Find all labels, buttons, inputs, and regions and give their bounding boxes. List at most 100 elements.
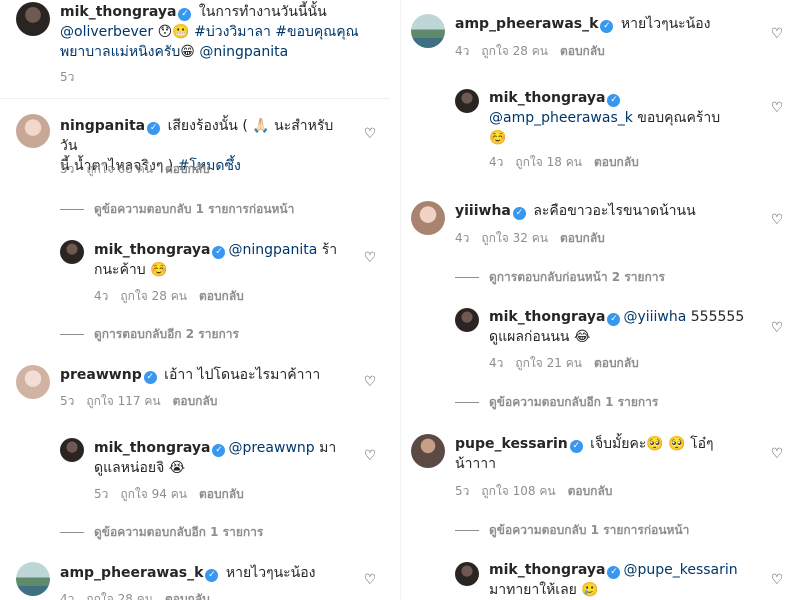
reply-button[interactable]: ตอบกลับ xyxy=(568,484,613,498)
like-count[interactable]: ถูกใจ 68 คน xyxy=(86,162,153,176)
avatar[interactable] xyxy=(455,89,479,113)
verified-badge-icon: ✓ xyxy=(212,444,226,457)
reply-text: mik_thongraya ✓ @preawwnp มา ดูแลหน่อยจิ 😭 xyxy=(94,440,337,476)
heart-icon[interactable]: ♡ xyxy=(769,212,785,228)
timestamp: 5ว xyxy=(60,70,75,84)
username[interactable]: mik_thongraya xyxy=(489,90,605,106)
mention-link[interactable]: @ningpanita xyxy=(228,242,317,258)
reply-button[interactable]: ตอบกลับ xyxy=(199,289,244,303)
avatar[interactable] xyxy=(411,201,445,235)
verified-badge-icon: ✓ xyxy=(607,313,621,326)
verified-badge-icon: ✓ xyxy=(147,122,161,135)
avatar[interactable] xyxy=(16,2,50,36)
verified-badge-icon: ✓ xyxy=(512,207,526,220)
comment-meta: 5ว ถูกใจ 94 คน ตอบกลับ xyxy=(94,485,256,504)
comments-column-left: mik_thongraya ✓ ในการทำงานวันนี้นั้น @oli… xyxy=(0,0,390,600)
avatar[interactable] xyxy=(60,240,84,264)
reply-button[interactable]: ตอบกลับ xyxy=(560,44,605,58)
timestamp: 4ว xyxy=(455,44,470,58)
reply-button[interactable]: ตอบกลับ xyxy=(173,394,218,408)
timestamp: 4ว xyxy=(60,592,75,600)
username[interactable]: preawwnp xyxy=(60,367,142,383)
timestamp: 4ว xyxy=(455,231,470,245)
heart-icon[interactable]: ♡ xyxy=(362,250,378,266)
comment-meta: 5ว ถูกใจ 108 คน ตอบกลับ xyxy=(455,482,624,501)
avatar[interactable] xyxy=(60,438,84,462)
view-previous-replies-button[interactable]: ดูข้อความตอบกลับ 1 รายการก่อนหน้า xyxy=(455,521,689,540)
username[interactable]: mik_thongraya xyxy=(94,440,210,456)
avatar[interactable] xyxy=(16,114,50,148)
heart-icon[interactable]: ♡ xyxy=(769,26,785,42)
like-count[interactable]: ถูกใจ 21 คน xyxy=(515,356,582,370)
hashtag-link[interactable]: พยาบาลแม่หนิงครับ xyxy=(60,44,180,60)
verified-badge-icon: ✓ xyxy=(178,8,192,21)
heart-icon[interactable]: ♡ xyxy=(769,446,785,462)
avatar[interactable] xyxy=(16,562,50,596)
like-count[interactable]: ถูกใจ 94 คน xyxy=(120,487,187,501)
comment-text: pupe_kessarin ✓ เจ็บมั้ยคะ🥺 🥺 โอ๋ๆ น้าาาา xyxy=(455,436,714,472)
heart-icon[interactable]: ♡ xyxy=(362,126,378,142)
timestamp: 5ว xyxy=(60,162,75,176)
mention-link[interactable]: @yiiiwha xyxy=(623,309,686,325)
username[interactable]: ningpanita xyxy=(60,118,145,134)
heart-icon[interactable]: ♡ xyxy=(362,374,378,390)
like-count[interactable]: ถูกใจ 32 คน xyxy=(481,231,548,245)
mention-link[interactable]: @amp_pheerawas_k xyxy=(489,110,633,126)
heart-icon[interactable]: ♡ xyxy=(769,100,785,116)
heart-icon[interactable]: ♡ xyxy=(769,572,785,588)
timestamp: 4ว xyxy=(94,289,109,303)
view-more-replies-button[interactable]: ดูการตอบกลับอีก 2 รายการ xyxy=(60,325,239,344)
comment-text: yiiiwha ✓ ละคือขาวอะไรขนาดน้านน xyxy=(455,203,696,220)
view-previous-replies-button[interactable]: ดูการตอบกลับก่อนหน้า 2 รายการ xyxy=(455,268,665,287)
avatar[interactable] xyxy=(455,308,479,332)
timestamp: 5ว xyxy=(94,487,109,501)
username[interactable]: mik_thongraya xyxy=(489,309,605,325)
username[interactable]: mik_thongraya xyxy=(94,242,210,258)
comment-meta: 5ว xyxy=(60,68,86,87)
username[interactable]: yiiiwha xyxy=(455,203,511,219)
username[interactable]: mik_thongraya xyxy=(60,4,176,20)
verified-badge-icon: ✓ xyxy=(607,566,621,579)
reply-button[interactable]: ตอบกลับ xyxy=(594,155,639,169)
like-count[interactable]: ถูกใจ 28 คน xyxy=(86,592,153,600)
reply-button[interactable]: ตอบกลับ xyxy=(199,487,244,501)
view-more-replies-button[interactable]: ดูข้อความตอบกลับอีก 1 รายการ xyxy=(60,523,263,542)
heart-icon[interactable]: ♡ xyxy=(362,448,378,464)
reply-button[interactable]: ตอบกลับ xyxy=(165,162,210,176)
username[interactable]: pupe_kessarin xyxy=(455,436,568,452)
mention-link[interactable]: @ningpanita xyxy=(199,44,288,60)
hashtag-link[interactable]: #บ่วงวิมาลา xyxy=(194,24,271,40)
like-count[interactable]: ถูกใจ 108 คน xyxy=(481,484,555,498)
like-count[interactable]: ถูกใจ 28 คน xyxy=(120,289,187,303)
verified-badge-icon: ✓ xyxy=(600,20,614,33)
reply-button[interactable]: ตอบกลับ xyxy=(165,592,210,600)
avatar[interactable] xyxy=(455,562,479,586)
avatar[interactable] xyxy=(16,365,50,399)
avatar[interactable] xyxy=(411,434,445,468)
comment-meta: 4ว ถูกใจ 18 คน ตอบกลับ xyxy=(489,153,651,172)
reply-text: mik_thongraya ✓ @ningpanita ร้า กนะค้าบ ☺️ xyxy=(94,242,338,278)
mention-link[interactable]: @pupe_kessarin xyxy=(623,562,737,578)
heart-icon[interactable]: ♡ xyxy=(362,572,378,588)
mention-link[interactable]: @preawwnp xyxy=(228,440,314,456)
view-more-replies-button[interactable]: ดูข้อความตอบกลับอีก 1 รายการ xyxy=(455,393,658,412)
like-count[interactable]: ถูกใจ 18 คน xyxy=(515,155,582,169)
timestamp: 4ว xyxy=(489,356,504,370)
avatar[interactable] xyxy=(411,14,445,48)
username[interactable]: amp_pheerawas_k xyxy=(60,565,203,581)
reply-button[interactable]: ตอบกลับ xyxy=(594,356,639,370)
hashtag-link[interactable]: #ขอบคุณคุณ xyxy=(275,24,358,40)
like-count[interactable]: ถูกใจ 28 คน xyxy=(481,44,548,58)
mention-link[interactable]: @oliverbever xyxy=(60,24,153,40)
view-replies-button[interactable]: ดูข้อความตอบกลับ 1 รายการก่อนหน้า xyxy=(60,200,294,219)
username[interactable]: amp_pheerawas_k xyxy=(455,16,598,32)
heart-icon[interactable]: ♡ xyxy=(769,320,785,336)
timestamp: 5ว xyxy=(455,484,470,498)
username[interactable]: mik_thongraya xyxy=(489,562,605,578)
section-divider xyxy=(0,98,390,99)
reply-button[interactable]: ตอบกลับ xyxy=(560,231,605,245)
timestamp: 5ว xyxy=(60,394,75,408)
comment-meta: 4ว ถูกใจ 28 คน ตอบกลับ xyxy=(60,590,222,600)
comments-column-right: amp_pheerawas_k ✓ หายไวๆนะน้อง ♡ 4ว ถูกใจ … xyxy=(405,0,795,600)
like-count[interactable]: ถูกใจ 117 คน xyxy=(86,394,160,408)
